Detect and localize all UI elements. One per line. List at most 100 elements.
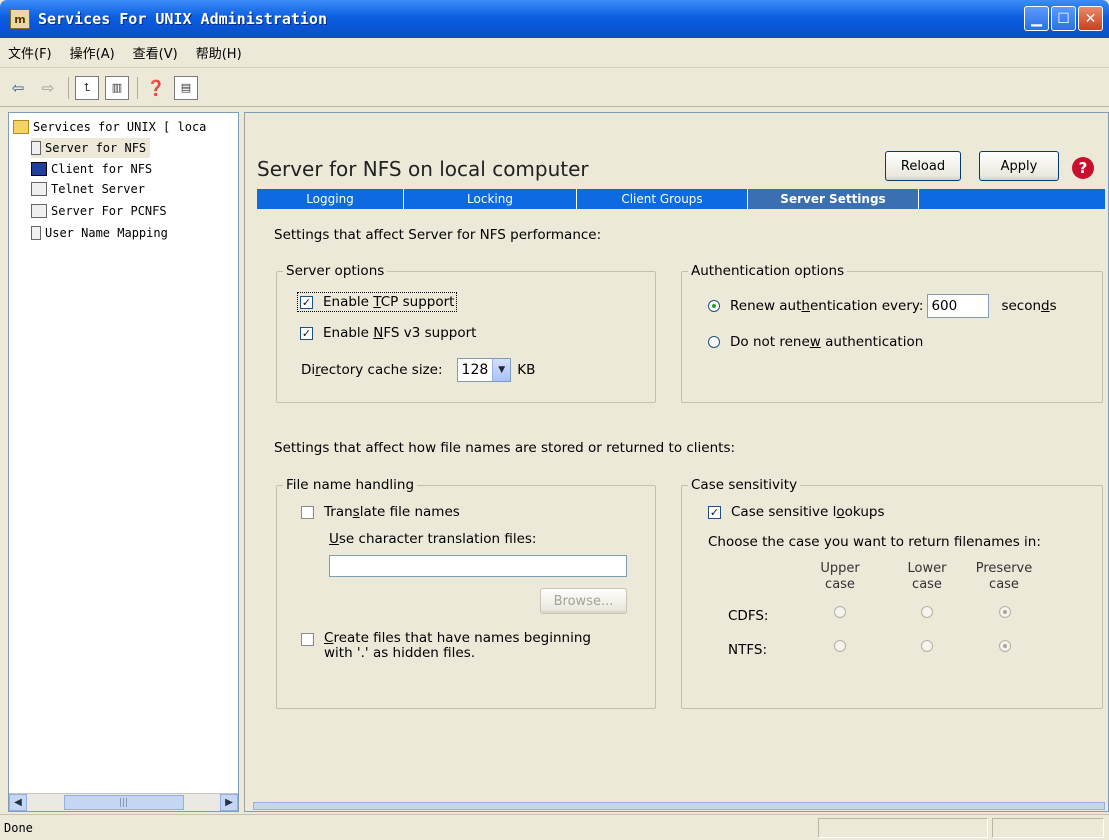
question-help-icon[interactable]: ? <box>1072 157 1094 179</box>
column-line1: Preserve <box>975 561 1033 576</box>
column-lower-case: Lower case <box>897 561 957 593</box>
enable-tcp-checkbox[interactable]: ✓ Enable TCP support <box>297 292 458 312</box>
group-legend: Server options <box>283 263 388 279</box>
checkbox-label: Enable TCP support <box>323 294 455 310</box>
renew-authentication-radio[interactable]: Renew authentication every: 600 seconds <box>708 294 1057 318</box>
tree-item-client-for-nfs[interactable]: Client for NFS <box>31 159 152 179</box>
scroll-left-icon[interactable]: ◀ <box>9 794 27 811</box>
radio-label: Renew authentication every: <box>730 298 924 314</box>
case-sensitive-lookups-checkbox[interactable]: ✓ Case sensitive lookups <box>708 504 884 520</box>
radio-button <box>921 640 933 652</box>
renew-unit: seconds <box>1001 298 1057 314</box>
toolbar-separator <box>137 76 138 99</box>
tree-item-label: User Name Mapping <box>45 226 168 240</box>
show-tree-icon[interactable]: ▥ <box>105 75 129 100</box>
radio-button <box>834 606 846 618</box>
radio-button <box>999 606 1011 618</box>
cache-unit: KB <box>517 362 536 378</box>
network-server-icon <box>31 182 47 196</box>
radio-label: Do not renew authentication <box>730 334 924 350</box>
group-legend: Case sensitivity <box>688 477 801 493</box>
checkbox-label: Translate file names <box>324 504 460 520</box>
renew-interval-input[interactable]: 600 <box>927 294 990 318</box>
folder-icon <box>13 120 29 134</box>
server-icon <box>31 226 41 240</box>
menu-view[interactable]: 查看(V) <box>133 43 178 62</box>
scroll-thumb[interactable]: ||| <box>63 795 184 810</box>
cdfs-preserve-radio[interactable] <box>999 606 1021 618</box>
tree-item-telnet-server[interactable]: Telnet Server <box>31 179 145 199</box>
translation-file-input[interactable] <box>329 555 627 577</box>
ntfs-upper-radio[interactable] <box>834 640 856 652</box>
translation-files-text: Use character translation files: <box>329 531 537 547</box>
translate-file-names-checkbox[interactable]: Translate file names <box>301 504 460 520</box>
tree-item-user-name-mapping[interactable]: User Name Mapping <box>31 223 168 243</box>
minimize-button[interactable]: ▁ <box>1024 6 1049 31</box>
menu-file[interactable]: 文件(F) <box>8 43 52 62</box>
help-icon[interactable]: ❓ <box>144 76 168 100</box>
up-folder-icon[interactable]: ⮤ <box>75 75 99 100</box>
reload-button[interactable]: Reload <box>885 151 961 181</box>
radio-button <box>834 640 846 652</box>
tree-item-server-for-pcnfs[interactable]: Server For PCNFS <box>31 201 167 221</box>
console-icon[interactable]: ▤ <box>174 75 198 100</box>
hidden-files-checkbox[interactable]: Create files that have names beginning wi… <box>301 631 591 661</box>
enable-nfsv3-checkbox[interactable]: ✓ Enable NFS v3 support <box>300 325 476 341</box>
tab-client-groups[interactable]: Client Groups <box>577 189 748 209</box>
ntfs-lower-radio[interactable] <box>921 640 943 652</box>
row-label: CDFS: <box>728 608 769 624</box>
chevron-down-icon[interactable]: ▼ <box>492 359 511 381</box>
cdfs-upper-radio[interactable] <box>834 606 856 618</box>
menu-action[interactable]: 操作(A) <box>70 43 115 62</box>
toolbar-separator <box>68 76 69 99</box>
checkbox-box <box>301 633 314 646</box>
close-button[interactable]: ✕ <box>1078 6 1103 31</box>
status-text: Done <box>4 820 33 835</box>
cache-size-dropdown[interactable]: 128 ▼ <box>456 358 512 382</box>
radio-button <box>708 336 720 348</box>
details-pane: Server for NFS on local computer Reload … <box>244 112 1109 812</box>
checkbox-label: Create files that have names beginning wi… <box>324 630 591 661</box>
cdfs-lower-radio[interactable] <box>921 606 943 618</box>
do-not-renew-radio[interactable]: Do not renew authentication <box>708 334 923 350</box>
tree-root[interactable]: Services for UNIX [ loca <box>13 117 206 137</box>
column-line2: case <box>825 577 855 592</box>
tree-item-label: Telnet Server <box>51 182 145 196</box>
pane-horizontal-scrollbar[interactable] <box>253 802 1105 810</box>
tab-server-settings[interactable]: Server Settings <box>748 189 919 209</box>
file-names-heading: Settings that affect how file names are … <box>274 440 736 456</box>
column-line1: Upper <box>820 561 860 576</box>
radio-button <box>999 640 1011 652</box>
maximize-button[interactable]: ☐ <box>1051 6 1076 31</box>
case-sensitivity-group: Case sensitivity ✓ Case sensitive lookup… <box>681 477 1103 709</box>
forward-arrow-icon[interactable]: ⇨ <box>36 76 60 100</box>
scroll-right-icon[interactable]: ▶ <box>220 794 238 811</box>
checkbox-label: Enable NFS v3 support <box>323 325 477 341</box>
back-arrow-icon[interactable]: ⇦ <box>6 76 30 100</box>
group-legend: File name handling <box>283 477 418 493</box>
title-bar: m Services For UNIX Administration ▁ ☐ ✕ <box>0 0 1109 38</box>
menu-help[interactable]: 帮助(H) <box>196 43 242 62</box>
radio-button <box>921 606 933 618</box>
browse-button[interactable]: Browse... <box>540 588 627 614</box>
menu-bar: 文件(F) 操作(A) 查看(V) 帮助(H) <box>0 38 1109 68</box>
tree-item-server-for-nfs[interactable]: Server for NFS <box>31 138 151 158</box>
status-bar: Done <box>0 814 1109 840</box>
apply-button[interactable]: Apply <box>979 151 1059 181</box>
tab-locking[interactable]: Locking <box>404 189 577 209</box>
translation-files-label: Use character translation files: <box>329 531 536 547</box>
tree-horizontal-scrollbar[interactable]: ◀ ||| ▶ <box>9 793 238 811</box>
directory-cache-row: Directory cache size: 128 ▼ KB <box>301 358 535 382</box>
window-title: Services For UNIX Administration <box>38 10 327 28</box>
tree-root-label: Services for UNIX [ loca <box>33 120 207 134</box>
ntfs-preserve-radio[interactable] <box>999 640 1021 652</box>
performance-heading: Settings that affect Server for NFS perf… <box>274 227 602 243</box>
checkbox-label: Case sensitive lookups <box>731 504 885 520</box>
window-controls: ▁ ☐ ✕ <box>1024 6 1103 31</box>
group-legend: Authentication options <box>688 263 848 279</box>
column-preserve-case: Preserve case <box>969 561 1039 593</box>
row-label: NTFS: <box>728 642 767 658</box>
choose-case-label: Choose the case you want to return filen… <box>708 534 1041 550</box>
tab-logging[interactable]: Logging <box>257 189 404 209</box>
column-line2: case <box>989 577 1019 592</box>
